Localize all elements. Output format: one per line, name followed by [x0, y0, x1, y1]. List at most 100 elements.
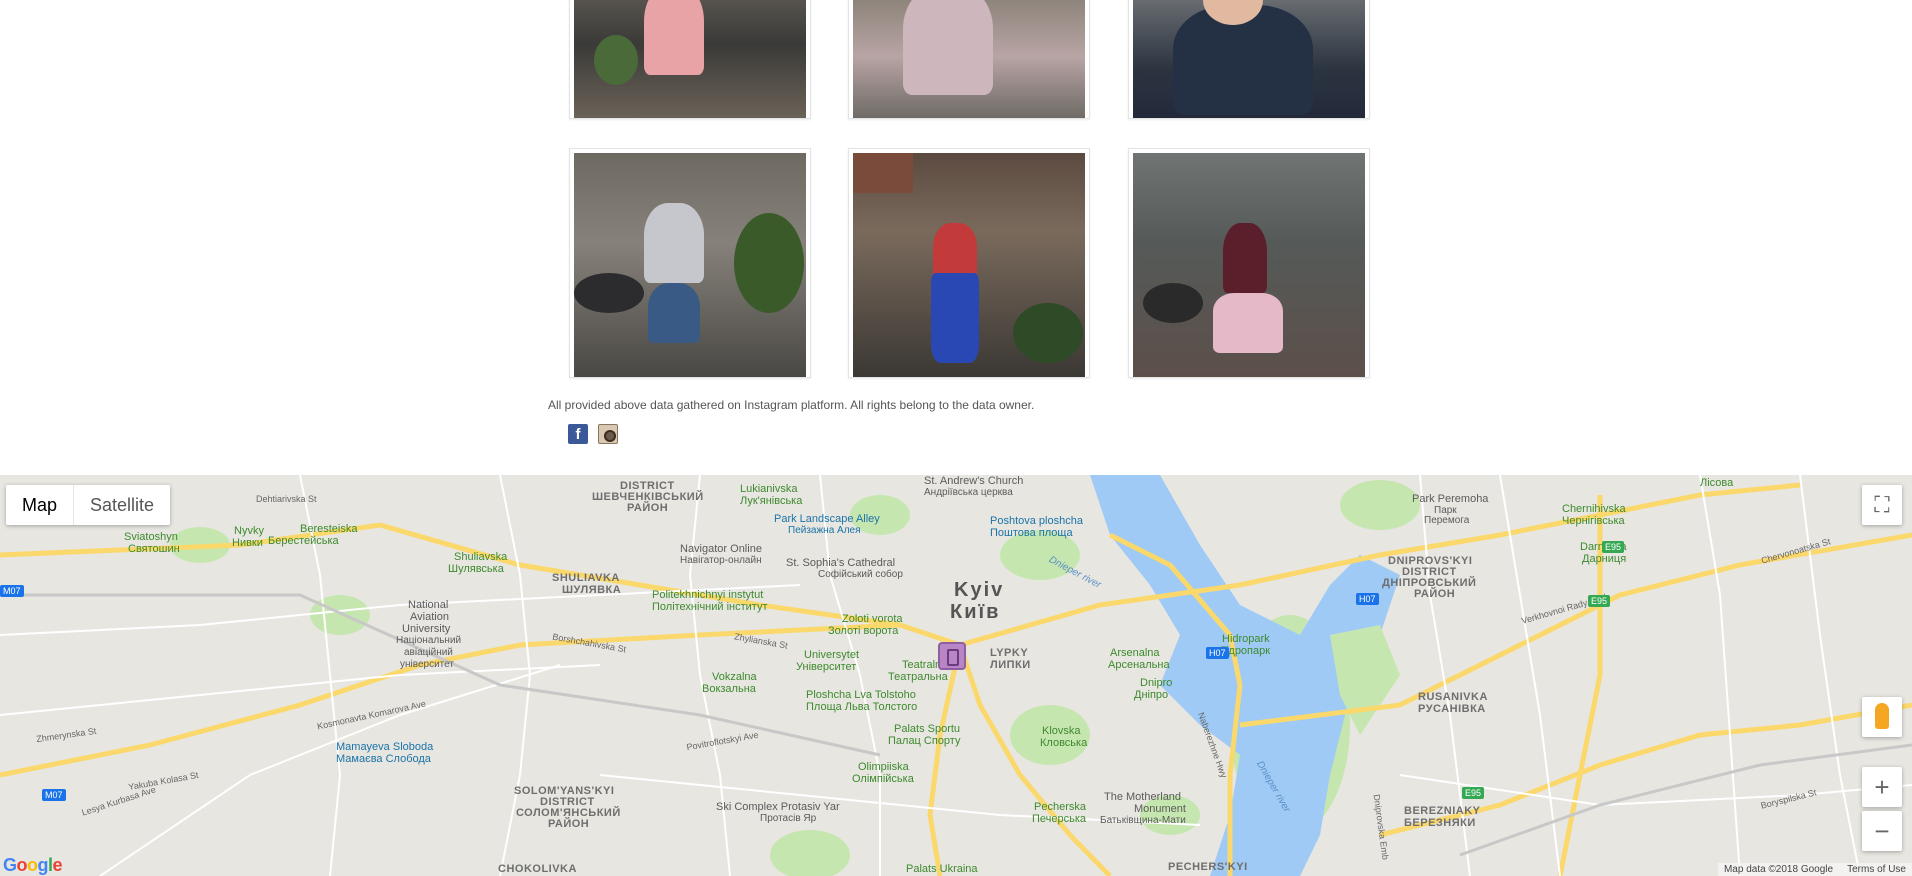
photo-card[interactable] — [1128, 148, 1370, 378]
map-label: Навігатор-онлайн — [680, 555, 762, 566]
highway-shield: E95 — [1588, 595, 1611, 607]
terms-of-use-link[interactable]: Terms of Use — [1847, 864, 1906, 875]
map-label: Шулявська — [448, 563, 504, 575]
map-label: Dehtiarivska St — [256, 494, 317, 504]
map-label: Hidropark — [1222, 633, 1270, 645]
map-label: Universytet — [804, 649, 860, 661]
instagram-photo[interactable] — [1133, 0, 1365, 118]
map-label: Olimpiiska — [858, 761, 909, 773]
map-label: Святошин — [128, 543, 180, 555]
instagram-photo[interactable] — [574, 0, 806, 118]
map-type-map-button[interactable]: Map — [6, 485, 73, 525]
instagram-photo[interactable] — [853, 0, 1085, 118]
map-label: Палац Спорту — [888, 735, 961, 747]
map-label: Печерська — [1032, 813, 1087, 825]
map-label: Золоті ворота — [828, 625, 899, 637]
map-label: Дарниця — [1582, 553, 1627, 565]
map-label: Університет — [796, 661, 857, 673]
map-label: Navigator Online — [680, 543, 762, 555]
photo-card[interactable] — [569, 148, 811, 378]
map-label: Берестейська — [268, 535, 339, 547]
map-label: Олімпійська — [852, 773, 914, 785]
map-label: Політехнічний інститут — [652, 601, 768, 613]
map-label: Театральна — [888, 671, 948, 683]
instagram-photo[interactable] — [1133, 153, 1365, 377]
highway-shield: H07 — [1206, 647, 1229, 659]
map-label: Арсенальна — [1108, 659, 1170, 671]
map-label: ЛИПКИ — [990, 659, 1031, 671]
map-label: LYPKY — [990, 647, 1029, 659]
photo-card[interactable] — [1128, 0, 1370, 119]
street-view-pegman-icon[interactable] — [1862, 697, 1902, 737]
map-label: РАЙОН — [627, 502, 669, 514]
map-data-credit: Map data ©2018 Google — [1723, 864, 1834, 875]
map-label: РУСАНІВКА — [1418, 703, 1486, 715]
map-label: Софійський собор — [818, 569, 903, 580]
photo-subject — [644, 203, 704, 283]
photo-card[interactable] — [848, 0, 1090, 119]
map-label: Vokzalna — [712, 671, 757, 683]
photo-subject-skirt — [1213, 293, 1283, 353]
map-label: Politekhnichnyi instytut — [652, 589, 764, 601]
map-label: Chernihivska — [1562, 503, 1626, 515]
photo-table — [574, 273, 644, 313]
photo-card[interactable] — [569, 0, 811, 119]
data-disclaimer: All provided above data gathered on Inst… — [548, 398, 1035, 412]
photo-plant — [734, 213, 804, 313]
location-pin-icon[interactable] — [938, 642, 966, 670]
map-label: РАЙОН — [1414, 588, 1456, 600]
instagram-icon[interactable] — [598, 424, 618, 444]
photo-card[interactable] — [848, 148, 1090, 378]
map-label: Чернігівська — [1562, 515, 1625, 527]
map-label: Кловська — [1040, 737, 1088, 749]
google-logo[interactable]: Google — [3, 855, 63, 876]
map-type-control: Map Satellite — [6, 485, 171, 525]
map-label: Zoloti vorota — [842, 613, 903, 625]
google-map[interactable]: DISTRICT ШЕВЧЕНКІВСЬКИЙ РАЙОН Lukianivsk… — [0, 475, 1912, 876]
map-label: RUSANIVKA — [1418, 691, 1488, 703]
map-label: Lukianivska — [740, 483, 798, 495]
map-label: Poshtova ploshcha — [990, 515, 1083, 527]
map-label: Palats Ukraina — [906, 863, 978, 875]
map-label: Національний — [396, 635, 462, 646]
photo-chair — [1143, 283, 1203, 323]
map-label: Ski Complex Protasiv Yar — [716, 801, 840, 813]
map-label: Arsenalna — [1110, 647, 1160, 659]
highway-shield: E95 — [1602, 541, 1625, 553]
photo-subject — [644, 0, 704, 75]
instagram-photo[interactable] — [574, 153, 806, 377]
map-label: Palats Sportu — [894, 723, 961, 735]
map-label: Андріївська церква — [924, 487, 1013, 498]
photo-subject — [1223, 223, 1267, 293]
map-label: Дніпро — [1134, 689, 1169, 701]
fullscreen-icon[interactable]: ⛶ — [1862, 485, 1902, 525]
map-label: Shuliavska — [454, 551, 508, 563]
map-label: Nyvky — [234, 525, 264, 537]
map-label: Батьківщина-Мати — [1100, 815, 1186, 826]
map-label: The Motherland — [1104, 791, 1182, 803]
zoom-in-button[interactable]: + — [1862, 767, 1902, 807]
zoom-out-button[interactable]: − — [1862, 811, 1902, 851]
highway-shield: E95 — [1462, 787, 1485, 799]
map-label: Нивки — [232, 537, 263, 549]
map-label: Beresteiska — [300, 523, 358, 535]
map-label: Mamayeva Sloboda — [336, 741, 434, 753]
map-label: University — [402, 623, 451, 635]
map-label: Pecherska — [1034, 801, 1086, 813]
map-label: PECHERS'KYI — [1168, 861, 1248, 873]
map-label: St. Sophia's Cathedral — [786, 557, 896, 569]
map-type-satellite-button[interactable]: Satellite — [73, 485, 170, 525]
map-label: Park Peremoha — [1412, 493, 1489, 505]
map-label: BEREZNIAKY — [1404, 805, 1481, 817]
facebook-icon[interactable]: f — [568, 424, 588, 444]
map-label: Вокзальна — [702, 683, 756, 695]
photo-subject — [903, 0, 993, 95]
map-label: Dnipro — [1140, 677, 1173, 689]
map-label: Мамаєва Слобода — [336, 753, 431, 765]
map-label: Пейзажна Алея — [788, 525, 861, 536]
highway-shield: H07 — [1356, 593, 1379, 605]
map-label: Aviation — [410, 611, 449, 623]
map-label: Поштова площа — [990, 527, 1073, 539]
instagram-photo[interactable] — [853, 153, 1085, 377]
map-label: Лук'янівська — [740, 495, 803, 507]
